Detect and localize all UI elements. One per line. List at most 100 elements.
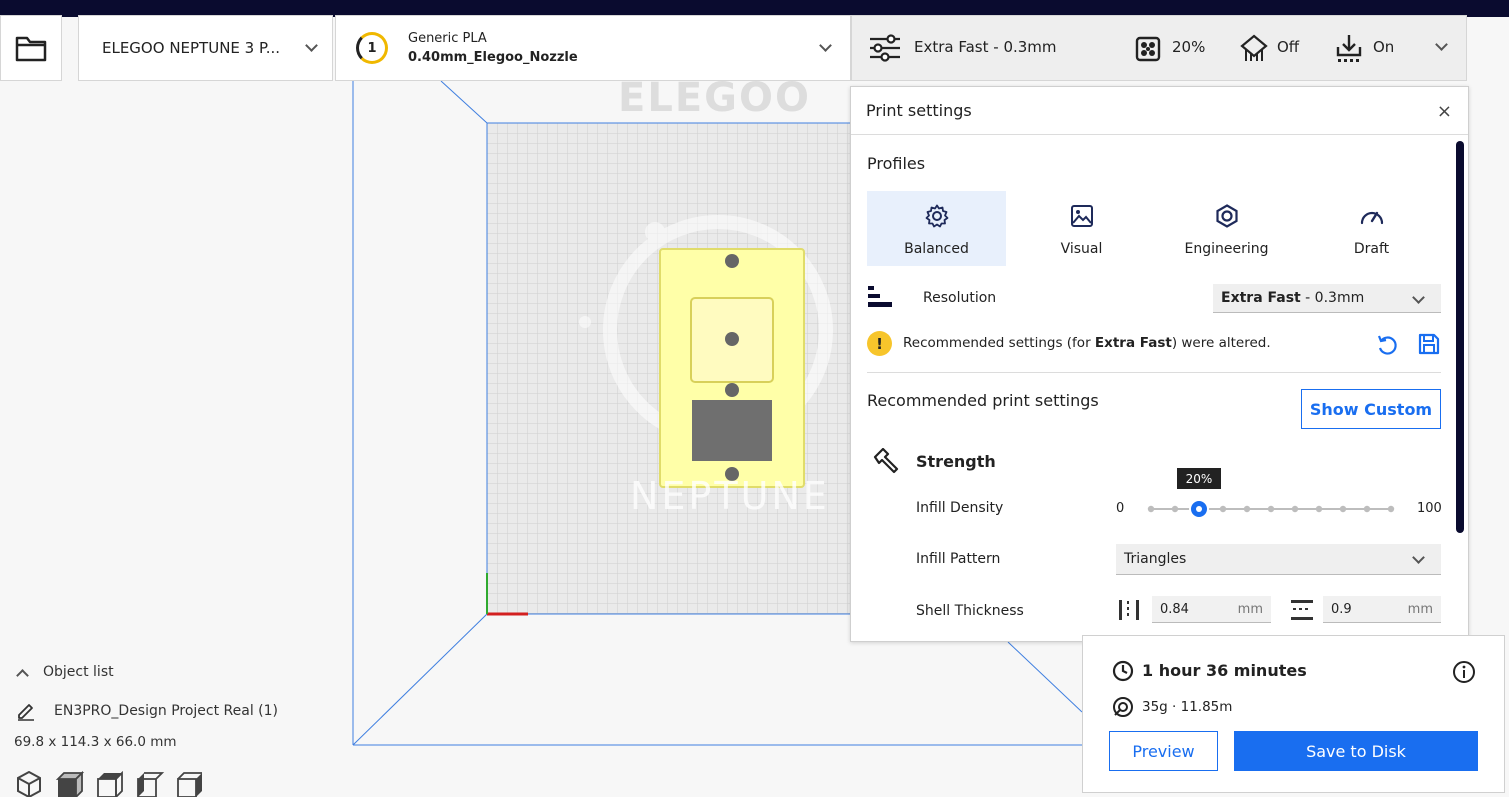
slider-tick bbox=[1339, 505, 1347, 513]
slider-tick bbox=[1291, 505, 1299, 513]
open-file-button[interactable] bbox=[0, 15, 62, 81]
recommended-heading: Recommended print settings bbox=[867, 391, 1099, 410]
slider-tick bbox=[1315, 505, 1323, 513]
hexagon-nut-icon bbox=[1215, 204, 1238, 228]
print-settings-panel: Print settings × Profiles Balanced Visua… bbox=[850, 86, 1469, 642]
object-name: EN3PRO_Design Project Real (1) bbox=[54, 703, 279, 719]
slider-tick bbox=[1219, 505, 1227, 513]
clock-icon bbox=[1112, 660, 1134, 682]
pencil-icon[interactable] bbox=[16, 701, 36, 721]
infill-pattern-value: Triangles bbox=[1124, 551, 1187, 567]
show-custom-button[interactable]: Show Custom bbox=[1301, 389, 1441, 429]
object-name-row[interactable]: EN3PRO_Design Project Real (1) bbox=[16, 701, 278, 721]
adhesion-icon bbox=[1336, 35, 1362, 62]
close-icon[interactable]: × bbox=[1437, 101, 1452, 122]
chevron-up-icon bbox=[16, 668, 29, 682]
infill-density-label: Infill Density bbox=[916, 500, 1004, 516]
infill-icon bbox=[1135, 36, 1161, 62]
resolution-value: - 0.3mm bbox=[1300, 290, 1365, 306]
chevron-down-icon bbox=[1412, 291, 1425, 304]
view-left-icon[interactable] bbox=[137, 772, 165, 797]
speedometer-icon bbox=[1360, 211, 1383, 225]
top-bottom-thickness-value: 0.9 bbox=[1331, 601, 1352, 617]
preview-button[interactable]: Preview bbox=[1109, 731, 1218, 771]
top-bottom-thickness-icon bbox=[1291, 600, 1313, 620]
support-summary: Off bbox=[1277, 38, 1300, 56]
slider-tick bbox=[1267, 505, 1275, 513]
shell-thickness-label: Shell Thickness bbox=[916, 603, 1024, 619]
panel-header: Print settings × bbox=[851, 87, 1468, 135]
unit-label: mm bbox=[1407, 601, 1433, 617]
view-top-icon[interactable] bbox=[97, 771, 123, 797]
save-profile-icon[interactable] bbox=[1417, 332, 1441, 356]
top-bottom-thickness-input[interactable]: 0.9 mm bbox=[1323, 596, 1441, 623]
profile-visual[interactable]: Visual bbox=[1012, 191, 1151, 266]
extruder-number: 1 bbox=[367, 40, 377, 56]
view-3d-icon[interactable] bbox=[17, 771, 41, 797]
slider-handle-center bbox=[1196, 506, 1202, 512]
sliders-icon bbox=[870, 34, 900, 62]
info-icon[interactable] bbox=[1452, 660, 1476, 684]
resolution-icon bbox=[868, 286, 892, 307]
adhesion-summary: On bbox=[1373, 38, 1395, 56]
view-right-icon[interactable] bbox=[177, 772, 202, 797]
profile-engineering[interactable]: Engineering bbox=[1157, 191, 1296, 266]
unit-label: mm bbox=[1237, 601, 1263, 617]
material-usage: 35g · 11.85m bbox=[1142, 699, 1233, 715]
infill-min-label: 0 bbox=[1116, 501, 1125, 516]
camera-view-buttons bbox=[17, 771, 202, 797]
warning-profile: Extra Fast bbox=[1094, 335, 1172, 351]
infill-summary: 20% bbox=[1172, 38, 1206, 56]
resolution-dropdown[interactable]: Extra Fast - 0.3mm bbox=[1213, 284, 1441, 313]
reset-icon[interactable] bbox=[1375, 333, 1399, 357]
wall-thickness-icon bbox=[1119, 600, 1139, 620]
folder-icon bbox=[15, 36, 47, 62]
profile-draft[interactable]: Draft bbox=[1302, 191, 1441, 266]
infill-tooltip-text: 20% bbox=[1185, 471, 1213, 486]
scrollbar[interactable] bbox=[1456, 141, 1464, 533]
profiles-heading: Profiles bbox=[867, 154, 926, 173]
extruder-badge: 1 bbox=[356, 32, 388, 64]
hammer-icon bbox=[873, 448, 899, 474]
print-setup-bar[interactable]: Extra Fast - 0.3mm 20% Off On bbox=[851, 15, 1467, 81]
gear-icon bbox=[925, 204, 948, 228]
slider-tick bbox=[1243, 505, 1251, 513]
altered-warning: Recommended settings (for Extra Fast) we… bbox=[903, 335, 1271, 351]
slider-tick bbox=[1171, 505, 1179, 513]
model-3d[interactable] bbox=[659, 248, 805, 488]
slider-tick bbox=[1363, 505, 1371, 513]
print-summary-panel: 1 hour 36 minutes 35g · 11.85m Preview S… bbox=[1082, 635, 1505, 793]
divider bbox=[867, 372, 1441, 373]
warning-text-end: ) were altered. bbox=[1171, 335, 1271, 351]
chevron-down-icon[interactable] bbox=[1435, 38, 1448, 51]
profile-summary: Extra Fast - 0.3mm bbox=[914, 38, 1057, 56]
infill-pattern-label: Infill Pattern bbox=[916, 551, 1001, 567]
wall-thickness-value: 0.84 bbox=[1160, 601, 1189, 617]
material-selector[interactable]: 1 Generic PLA 0.40mm_Elegoo_Nozzle bbox=[335, 15, 851, 81]
printer-selector[interactable]: ELEGOO NEPTUNE 3 P... bbox=[78, 15, 333, 81]
profile-label: Visual bbox=[1060, 241, 1103, 257]
neptune-brand-text: NEPTUNE bbox=[630, 474, 830, 518]
support-icon bbox=[1240, 34, 1268, 61]
slider-tick bbox=[1147, 505, 1155, 513]
slider-tick bbox=[1387, 505, 1395, 513]
object-list-toggle[interactable]: Object list bbox=[14, 664, 114, 682]
print-time: 1 hour 36 minutes bbox=[1142, 661, 1307, 680]
view-front-icon[interactable] bbox=[55, 771, 85, 797]
resolution-value-bold: Extra Fast bbox=[1221, 290, 1301, 306]
infill-density-slider[interactable] bbox=[1141, 493, 1401, 525]
wall-thickness-input[interactable]: 0.84 mm bbox=[1152, 596, 1271, 623]
chevron-down-icon bbox=[305, 39, 318, 52]
image-icon bbox=[1070, 205, 1093, 227]
profile-label: Balanced bbox=[904, 241, 969, 257]
infill-pattern-dropdown[interactable]: Triangles bbox=[1116, 544, 1441, 575]
strength-heading: Strength bbox=[916, 452, 996, 471]
panel-title: Print settings bbox=[866, 101, 972, 120]
printer-name: ELEGOO NEPTUNE 3 P... bbox=[102, 39, 280, 57]
profile-balanced[interactable]: Balanced bbox=[867, 191, 1006, 266]
infill-max-label: 100 bbox=[1417, 501, 1442, 516]
save-to-disk-button[interactable]: Save to Disk bbox=[1234, 731, 1478, 771]
warning-text: Recommended settings (for bbox=[903, 335, 1095, 351]
chevron-down-icon bbox=[1412, 551, 1425, 564]
material-name: Generic PLA bbox=[408, 31, 487, 46]
